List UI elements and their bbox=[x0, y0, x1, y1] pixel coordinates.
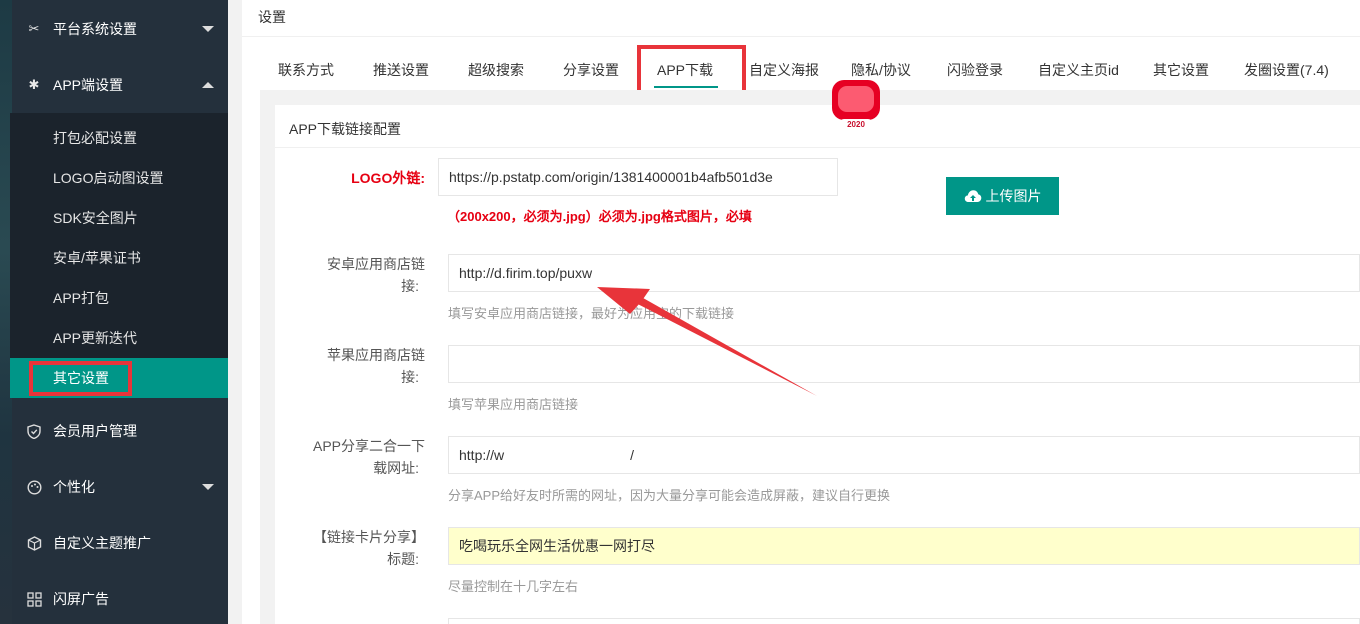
sidebar-item-sdk-image[interactable]: SDK安全图片 bbox=[10, 198, 228, 238]
annotation-highlight-box bbox=[29, 361, 132, 396]
box-icon bbox=[26, 535, 42, 551]
nav-group-label: 自定义主题推广 bbox=[53, 535, 151, 551]
tab-privacy[interactable]: 隐私/协议 bbox=[851, 60, 911, 80]
android-store-hint: 填写安卓应用商店链接，最好为应用宝的下载链接 bbox=[448, 306, 735, 321]
nav-group-app-settings[interactable]: ✱ APP端设置 bbox=[0, 57, 228, 113]
sidebar-item-packaging[interactable]: 打包必配设置 bbox=[10, 118, 228, 158]
sidebar-item-label: LOGO启动图设置 bbox=[53, 170, 164, 186]
tools-icon: ✂ bbox=[28, 21, 40, 36]
label-line: 标题: bbox=[387, 551, 419, 567]
nav-group-label: 会员用户管理 bbox=[53, 423, 137, 439]
sidebar-item-label: APP打包 bbox=[53, 290, 110, 306]
ios-store-input[interactable] bbox=[448, 345, 1360, 383]
upload-button-label: 上传图片 bbox=[985, 188, 1042, 204]
sidebar-item-label: SDK安全图片 bbox=[53, 210, 138, 226]
card-share-title-hint: 尽量控制在十几字左右 bbox=[448, 579, 579, 594]
nav-group-personalize[interactable]: 个性化 bbox=[0, 459, 228, 515]
nav-group-members[interactable]: 会员用户管理 bbox=[0, 403, 228, 459]
label-line: APP分享二合一下 bbox=[312, 438, 425, 454]
divider bbox=[275, 147, 1360, 148]
card-share-title-label: 【链接卡片分享】 标题: bbox=[295, 526, 425, 570]
tab-other-settings[interactable]: 其它设置 bbox=[1153, 60, 1209, 80]
sidebar-item-app-update[interactable]: APP更新迭代 bbox=[10, 318, 228, 358]
tab-flash-login[interactable]: 闪验登录 bbox=[947, 60, 1003, 80]
nav-group-platform-settings[interactable]: ✂ 平台系统设置 bbox=[0, 1, 228, 57]
share-download-input[interactable]: http://w / bbox=[448, 436, 1360, 474]
tab-custom-poster[interactable]: 自定义海报 bbox=[749, 60, 819, 80]
nav-group-splash-ads[interactable]: 闪屏广告 bbox=[0, 571, 228, 624]
label-line: 安卓应用商店链 bbox=[327, 256, 425, 272]
label-line: 接: bbox=[401, 278, 419, 294]
sidebar-item-app-package[interactable]: APP打包 bbox=[10, 278, 228, 318]
label-line: 载网址: bbox=[373, 460, 419, 476]
cloud-upload-icon bbox=[964, 190, 981, 202]
palette-icon bbox=[26, 479, 42, 495]
tab-moments[interactable]: 发圈设置(7.4) bbox=[1244, 60, 1329, 80]
share-download-hint: 分享APP给好友时所需的网址，因为大量分享可能会造成屏蔽，建议自行更换 bbox=[448, 488, 891, 503]
chevron-down-icon bbox=[202, 484, 214, 490]
section-title: APP下载链接配置 bbox=[289, 121, 402, 137]
nav-group-label: 闪屏广告 bbox=[53, 591, 109, 607]
tab-custom-home-id[interactable]: 自定义主页id bbox=[1038, 60, 1119, 80]
chevron-down-icon bbox=[202, 26, 214, 32]
app-settings-submenu: 打包必配设置 LOGO启动图设置 SDK安全图片 安卓/苹果证书 APP打包 A… bbox=[10, 113, 228, 398]
logo-url-input[interactable]: https://p.pstatp.com/origin/1381400001b4… bbox=[438, 158, 838, 196]
label-line: 【链接卡片分享】 bbox=[313, 529, 425, 545]
nav-group-label: 个性化 bbox=[53, 479, 95, 495]
label-line: 接: bbox=[401, 369, 419, 385]
chevron-up-icon bbox=[202, 82, 214, 88]
sidebar-item-label: 打包必配设置 bbox=[53, 130, 137, 146]
logo-preview-text: 2020 bbox=[847, 120, 865, 129]
ios-store-hint: 填写苹果应用商店链接 bbox=[448, 397, 579, 412]
form-card: APP下载链接配置 LOGO外链: https://p.pstatp.com/o… bbox=[275, 105, 1360, 624]
shield-icon bbox=[26, 423, 42, 439]
logo-preview-image: 2020 bbox=[832, 80, 880, 129]
tab-super-search[interactable]: 超级搜索 bbox=[468, 60, 524, 80]
tab-share[interactable]: 分享设置 bbox=[563, 60, 619, 80]
label-line: 苹果应用商店链 bbox=[327, 347, 425, 363]
sidebar: ✂ 平台系统设置 ✱ APP端设置 打包必配设置 LOGO启动图设置 SDK安全… bbox=[0, 0, 228, 624]
nav-group-label: 平台系统设置 bbox=[53, 21, 137, 37]
logo-hint: （200x200，必须为.jpg）必须为.jpg格式图片，必填 bbox=[447, 209, 752, 224]
next-field-input[interactable] bbox=[448, 618, 1360, 624]
nav-group-theme-promo[interactable]: 自定义主题推广 bbox=[0, 515, 228, 571]
grid-icon bbox=[26, 591, 42, 607]
main-content: 设置 联系方式 推送设置 超级搜索 分享设置 APP下载 自定义海报 隐私/协议… bbox=[242, 0, 1360, 624]
divider bbox=[242, 36, 1360, 37]
nav-group-label: APP端设置 bbox=[53, 77, 124, 93]
ios-store-label: 苹果应用商店链 接: bbox=[315, 344, 425, 388]
share-download-label: APP分享二合一下 载网址: bbox=[300, 435, 425, 479]
page-title: 设置 bbox=[258, 9, 286, 25]
input-value-prefix: http://w bbox=[459, 447, 505, 463]
card-share-title-input[interactable]: 吃喝玩乐全网生活优惠一网打尽 bbox=[448, 527, 1360, 565]
tab-contact[interactable]: 联系方式 bbox=[278, 60, 334, 80]
upload-image-button[interactable]: 上传图片 bbox=[946, 177, 1059, 215]
input-value-suffix: / bbox=[630, 447, 635, 463]
sidebar-item-logo-splash[interactable]: LOGO启动图设置 bbox=[10, 158, 228, 198]
logo-label: LOGO外链: bbox=[351, 170, 425, 186]
tab-push[interactable]: 推送设置 bbox=[373, 60, 429, 80]
tab-panel: APP下载链接配置 LOGO外链: https://p.pstatp.com/o… bbox=[260, 90, 1360, 624]
gear-icon: ✱ bbox=[28, 77, 40, 92]
android-store-input[interactable]: http://d.firim.top/puxw bbox=[448, 254, 1360, 292]
android-store-label: 安卓应用商店链 接: bbox=[315, 253, 425, 297]
sidebar-item-label: 安卓/苹果证书 bbox=[53, 250, 141, 266]
sidebar-item-certificates[interactable]: 安卓/苹果证书 bbox=[10, 238, 228, 278]
sidebar-item-label: APP更新迭代 bbox=[53, 330, 138, 346]
